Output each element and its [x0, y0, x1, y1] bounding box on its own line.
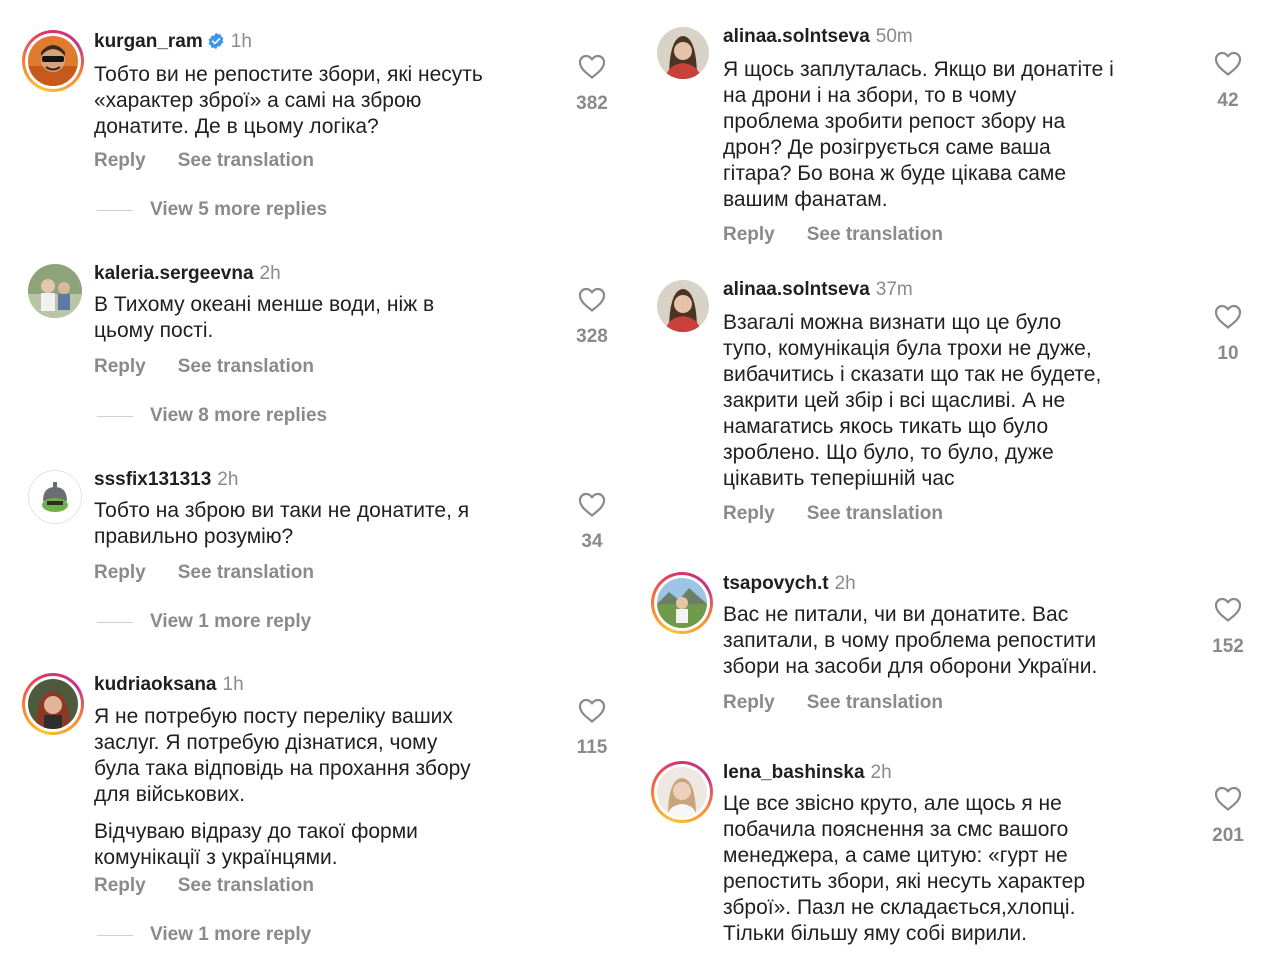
view-more-replies-button[interactable]: View 5 more replies — [97, 199, 327, 221]
heart-icon[interactable] — [1214, 304, 1242, 329]
timestamp: 2h — [834, 573, 856, 594]
like-count: 328 — [576, 326, 608, 347]
heart-icon[interactable] — [1214, 786, 1242, 811]
heart-icon[interactable] — [578, 492, 606, 517]
avatar[interactable] — [28, 264, 82, 318]
timestamp: 2h — [259, 263, 281, 284]
username[interactable]: kaleria.sergeevna — [94, 263, 254, 284]
see-translation-button[interactable]: See translation — [178, 150, 314, 171]
see-translation-button[interactable]: See translation — [807, 503, 943, 524]
heart-icon[interactable] — [1214, 597, 1242, 622]
like-group: 115 — [562, 698, 622, 759]
timestamp: 2h — [217, 469, 239, 490]
like-group: 152 — [1198, 597, 1258, 658]
avatar[interactable] — [651, 761, 713, 823]
username[interactable]: kurgan_ram — [94, 31, 203, 52]
comment-text: Я щось заплуталась. Якщо ви донатіте і на… — [723, 58, 1114, 211]
avatar[interactable] — [28, 470, 82, 524]
divider-line — [97, 621, 133, 623]
see-translation-button[interactable]: See translation — [807, 224, 943, 245]
heart-icon[interactable] — [1214, 51, 1242, 76]
like-group: 10 — [1198, 304, 1258, 365]
timestamp: 1h — [222, 674, 244, 695]
see-translation-button[interactable]: See translation — [178, 356, 314, 377]
timestamp: 37m — [875, 279, 913, 300]
avatar-photo-icon — [28, 679, 78, 729]
avatar[interactable] — [657, 27, 709, 79]
timestamp: 1h — [230, 31, 252, 52]
reply-button[interactable]: Reply — [723, 692, 775, 713]
like-count: 201 — [1212, 825, 1244, 846]
avatar[interactable] — [651, 572, 713, 634]
avatar-photo-icon — [28, 264, 82, 318]
view-more-replies-button[interactable]: View 1 more reply — [97, 924, 311, 946]
reply-button[interactable]: Reply — [94, 356, 146, 377]
like-count: 42 — [1217, 90, 1239, 111]
username[interactable]: alinaa.solntseva — [723, 26, 870, 47]
avatar[interactable] — [22, 30, 84, 92]
avatar-photo-icon — [657, 578, 707, 628]
reply-button[interactable]: Reply — [94, 562, 146, 583]
like-group: 42 — [1198, 51, 1258, 112]
reply-button[interactable]: Reply — [723, 224, 775, 245]
divider-line — [97, 415, 133, 417]
avatar-photo-icon — [29, 471, 81, 523]
username[interactable]: sssfix131313 — [94, 469, 211, 490]
divider-line — [97, 934, 133, 936]
avatar-photo-icon — [657, 280, 709, 332]
heart-icon[interactable] — [578, 54, 606, 79]
like-count: 115 — [576, 737, 608, 758]
like-count: 10 — [1217, 343, 1239, 364]
comment-text: Тобто ви не репостите збори, які несуть «… — [94, 63, 483, 138]
see-translation-button[interactable]: See translation — [807, 692, 943, 713]
comment-text: Вас не питали, чи ви донатите. Вас запита… — [723, 603, 1098, 678]
avatar-photo-icon — [657, 767, 707, 817]
verified-badge-icon — [207, 32, 225, 57]
comment-text: В Тихому океані менше води, ніж в цьому п… — [94, 293, 435, 342]
reply-button[interactable]: Reply — [723, 503, 775, 524]
username[interactable]: lena_bashinska — [723, 762, 865, 783]
like-group: 201 — [1198, 786, 1258, 847]
avatar[interactable] — [22, 673, 84, 735]
avatar-photo-icon — [657, 27, 709, 79]
comment-text: Взагалі можна визнати що це було тупо, ко… — [723, 311, 1102, 490]
username[interactable]: tsapovych.t — [723, 573, 829, 594]
like-count: 382 — [576, 93, 608, 114]
like-count: 34 — [581, 531, 603, 552]
avatar[interactable] — [657, 280, 709, 332]
heart-icon[interactable] — [578, 287, 606, 312]
timestamp: 50m — [875, 26, 913, 47]
heart-icon[interactable] — [578, 698, 606, 723]
like-count: 152 — [1212, 636, 1244, 657]
avatar-photo-icon — [28, 36, 78, 86]
like-group: 328 — [562, 287, 622, 348]
username[interactable]: kudriaoksana — [94, 674, 217, 695]
username[interactable]: alinaa.solntseva — [723, 279, 870, 300]
divider-line — [97, 209, 133, 211]
like-group: 34 — [562, 492, 622, 553]
comment-text: Я не потребую посту переліку ваших заслуг… — [94, 705, 471, 869]
comment-text: Це все звісно круто, але щось я не побачи… — [723, 792, 1086, 945]
timestamp: 2h — [870, 762, 892, 783]
see-translation-button[interactable]: See translation — [178, 562, 314, 583]
reply-button[interactable]: Reply — [94, 875, 146, 896]
reply-button[interactable]: Reply — [94, 150, 146, 171]
view-more-replies-button[interactable]: View 1 more reply — [97, 611, 311, 633]
like-group: 382 — [562, 54, 622, 115]
view-more-replies-button[interactable]: View 8 more replies — [97, 405, 327, 427]
see-translation-button[interactable]: See translation — [178, 875, 314, 896]
comment-text: Тобто на зброю ви таки не донатите, я пра… — [94, 499, 470, 548]
